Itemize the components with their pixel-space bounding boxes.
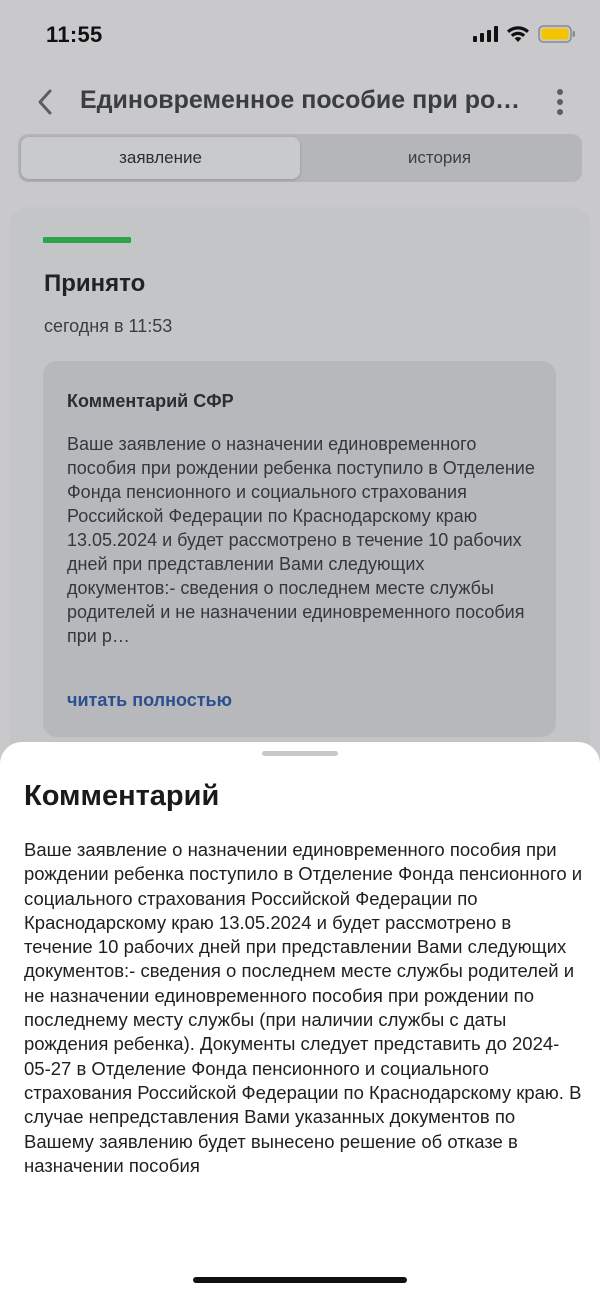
comment-title: Комментарий СФР (67, 391, 234, 411)
comment-box: Комментарий СФР Ваше заявление о назначе… (43, 361, 556, 737)
status-date: сегодня в 11:53 (44, 316, 173, 336)
chevron-left-icon (38, 89, 52, 115)
status-title: Принято (44, 270, 146, 297)
status-bar: 11:55 (0, 0, 600, 70)
more-button[interactable] (550, 86, 570, 118)
comment-bottom-sheet: Комментарий Ваше заявление о назначении … (0, 742, 600, 1297)
comment-preview-text: Ваше заявление о назначении единовременн… (67, 434, 535, 646)
wifi-icon (506, 25, 530, 43)
status-time: 11:55 (46, 22, 103, 47)
signal-icon (473, 26, 498, 42)
battery-icon (538, 24, 576, 44)
status-icons (473, 24, 576, 44)
page-title: Единовременное пособие при рождении ребе… (80, 86, 520, 114)
status-stripe (43, 237, 131, 243)
tab-application[interactable]: заявление (21, 137, 300, 179)
back-button[interactable] (28, 84, 62, 120)
read-more-link[interactable]: читать полностью (67, 690, 232, 711)
sheet-grabber[interactable] (262, 751, 338, 756)
app-header: Единовременное пособие при рождении ребе… (0, 78, 600, 126)
home-indicator (193, 1277, 407, 1283)
more-vertical-icon (557, 89, 563, 95)
status-card: Принято сегодня в 11:53 Комментарий СФР … (12, 208, 588, 808)
sheet-comment-text: Ваше заявление о назначении единовременн… (24, 839, 583, 1176)
tab-bar: заявление история (18, 134, 582, 182)
sheet-title: Комментарий (24, 780, 220, 812)
tab-history[interactable]: история (300, 137, 579, 179)
